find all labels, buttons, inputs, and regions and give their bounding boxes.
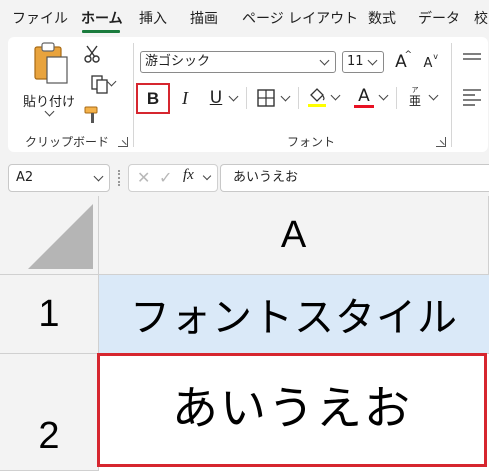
- italic-button[interactable]: I: [174, 85, 196, 111]
- clipboard-dialog-launcher-icon[interactable]: [118, 137, 128, 147]
- tab-draw[interactable]: 描画: [190, 8, 218, 28]
- copy-icon: [91, 75, 108, 94]
- cancel-entry-icon[interactable]: ✕: [137, 168, 150, 187]
- font-group-label: フォント: [287, 135, 336, 149]
- font-color-swatch: [354, 104, 374, 108]
- align-left-icon: [463, 89, 481, 106]
- font-size-dropdown[interactable]: 11: [342, 51, 384, 73]
- paint-bucket-icon: [308, 88, 326, 107]
- font-color-icon: A: [358, 85, 370, 106]
- tab-file[interactable]: ファイル: [12, 8, 68, 28]
- font-size-chevron-down-icon: [367, 55, 378, 66]
- tab-insert[interactable]: 挿入: [139, 8, 167, 28]
- scissors-icon: [84, 45, 100, 63]
- confirm-entry-icon[interactable]: ✓: [159, 168, 172, 187]
- fill-color-button[interactable]: [304, 83, 344, 111]
- format-painter-icon: [84, 106, 98, 123]
- font-name-dropdown[interactable]: 游ゴシック: [140, 51, 336, 73]
- cell-a1[interactable]: フォントスタイル: [99, 275, 489, 354]
- paste-button[interactable]: 貼り付け: [22, 41, 76, 117]
- shrink-font-button[interactable]: A v: [418, 52, 438, 74]
- worksheet-grid: A 1 フォントスタイル 2 あいうえお: [0, 196, 489, 471]
- name-box-chevron-down-icon: [93, 171, 104, 182]
- top-align-button[interactable]: [460, 49, 484, 71]
- select-all-button[interactable]: [0, 196, 99, 275]
- borders-icon: [257, 89, 275, 107]
- borders-button[interactable]: [252, 85, 294, 111]
- formula-buttons-box: ✕ ✓ fx: [128, 164, 218, 192]
- cell-a2[interactable]: あいうえお: [97, 353, 487, 467]
- phonetic-guide-button[interactable]: ア 亜: [402, 83, 442, 111]
- font-separator: [246, 87, 247, 109]
- fill-color-chevron-down-icon: [330, 90, 341, 101]
- tab-data[interactable]: データ: [418, 8, 460, 28]
- cut-button[interactable]: [82, 44, 102, 64]
- tab-formulas[interactable]: 数式: [368, 8, 396, 28]
- name-box[interactable]: A2: [8, 164, 110, 192]
- font-name-chevron-down-icon: [319, 55, 330, 66]
- function-chevron-down-icon: [202, 171, 212, 181]
- phonetic-guide-icon: 亜: [408, 94, 421, 108]
- ribbon: 貼り付け クリップボード 游ゴシック 11 A ^ A v B I U A ア …: [8, 37, 488, 152]
- format-painter-button[interactable]: [82, 104, 104, 126]
- borders-chevron-down-icon: [280, 91, 291, 102]
- bold-button[interactable]: B: [136, 83, 170, 114]
- font-separator: [396, 87, 397, 109]
- underline-button[interactable]: U: [202, 85, 242, 111]
- bold-icon: B: [146, 88, 160, 108]
- ribbon-tab-bar: ファイル ホーム 挿入 描画 ページ レイアウト 数式 データ 校: [0, 0, 489, 34]
- row-header-2[interactable]: 2: [0, 354, 99, 471]
- tab-review[interactable]: 校: [474, 8, 488, 28]
- active-tab-indicator: [82, 30, 120, 33]
- grow-font-button[interactable]: A ^: [390, 50, 412, 74]
- group-separator: [451, 43, 452, 147]
- font-name-value: 游ゴシック: [145, 54, 211, 69]
- font-color-chevron-down-icon: [378, 90, 389, 101]
- font-color-button[interactable]: A: [350, 83, 392, 111]
- group-separator: [133, 43, 134, 147]
- phonetic-top-text: ア: [411, 86, 419, 94]
- select-all-triangle-icon: [28, 204, 93, 269]
- insert-function-icon[interactable]: fx: [183, 167, 194, 184]
- formula-bar-resize-handle[interactable]: [118, 170, 120, 186]
- align-left-button[interactable]: [460, 85, 484, 109]
- shrink-font-icon: A: [423, 55, 433, 71]
- formula-input[interactable]: あいうえお: [220, 164, 489, 192]
- font-dialog-launcher-icon[interactable]: [436, 137, 446, 147]
- font-size-value: 11: [347, 54, 364, 69]
- italic-icon: I: [182, 87, 188, 108]
- formula-bar: A2 ✕ ✓ fx あいうえお: [0, 160, 489, 194]
- tab-home[interactable]: ホーム: [81, 8, 123, 28]
- clipboard-group-label: クリップボード: [25, 135, 110, 149]
- column-header-a[interactable]: A: [99, 196, 489, 275]
- font-separator: [298, 87, 299, 109]
- paste-icon: [34, 42, 68, 84]
- row-header-1[interactable]: 1: [0, 275, 99, 354]
- copy-button[interactable]: [82, 73, 118, 95]
- underline-chevron-down-icon: [228, 91, 239, 102]
- tab-page-layout[interactable]: ページ レイアウト: [242, 8, 358, 28]
- underline-icon: U: [209, 88, 223, 108]
- phonetic-chevron-down-icon: [428, 90, 439, 101]
- name-box-value: A2: [16, 170, 34, 185]
- align-top-icon: [463, 53, 481, 60]
